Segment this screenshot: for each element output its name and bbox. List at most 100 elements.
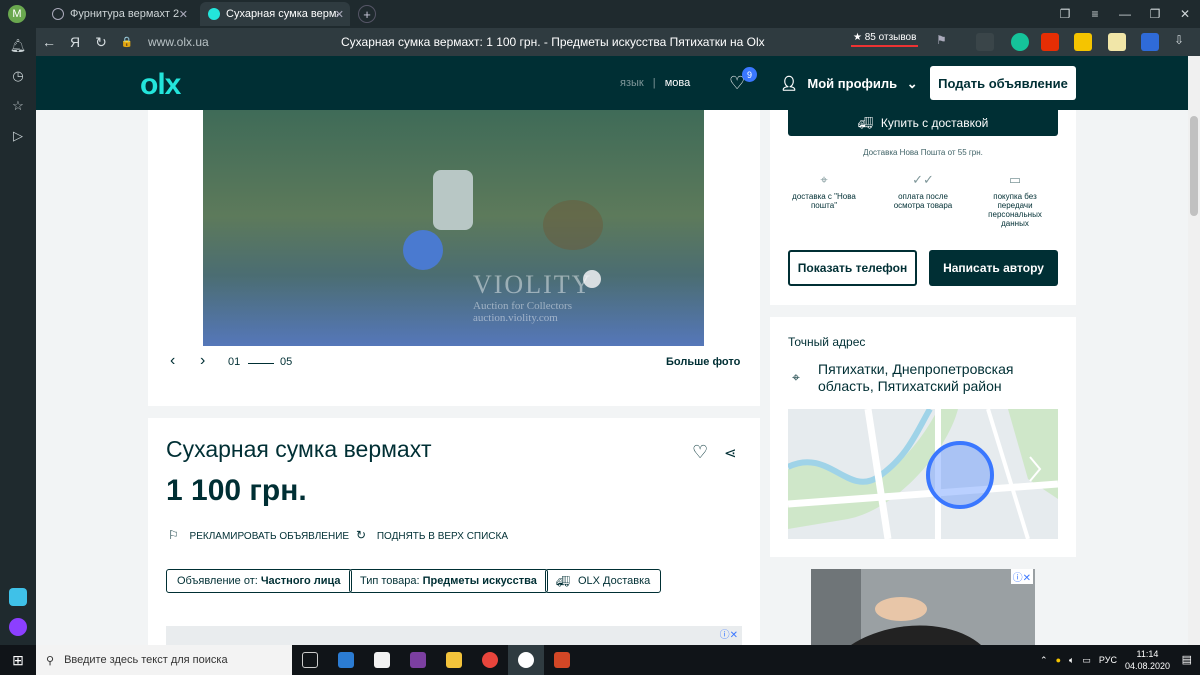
back-icon[interactable]: ←: [36, 34, 62, 50]
window-controls: ❐ ≡ — ❐ ✕: [1050, 0, 1200, 28]
share-icon[interactable]: ⋖: [724, 444, 737, 462]
browser-tab-1[interactable]: Фурнитура вермахт 2 | RE ✕: [44, 2, 194, 26]
card-icon: ▭: [1008, 172, 1022, 187]
minimize-icon[interactable]: —: [1110, 7, 1140, 21]
extension-shield-icon[interactable]: [1141, 33, 1159, 51]
location-address: Пятихатки, Днепропетровская область, Пят…: [818, 361, 1014, 394]
extension-grid-icon[interactable]: [976, 33, 994, 51]
page-scrollbar[interactable]: [1188, 56, 1200, 645]
chrome-icon[interactable]: [472, 645, 508, 675]
promote-ad-link[interactable]: ⚐ Рекламировать объявление: [168, 528, 349, 542]
ad-image: [811, 569, 1035, 645]
star-icon[interactable]: ☆: [9, 98, 27, 116]
lang-ru[interactable]: язык: [620, 77, 644, 89]
tray-chevron-icon[interactable]: ⌃: [1040, 655, 1048, 666]
notifications-icon[interactable]: ▤: [1182, 653, 1192, 666]
more-photos-link[interactable]: Больше фото: [666, 356, 740, 368]
close-tab-icon[interactable]: ✕: [335, 8, 344, 21]
system-clock[interactable]: 11:14 04.08.2020: [1125, 648, 1170, 672]
scrollbar-thumb[interactable]: [1190, 116, 1198, 216]
yandex-icon[interactable]: Я: [62, 34, 88, 50]
reviews-badge[interactable]: ★ 85 отзывов: [851, 32, 919, 47]
ad-info-icon[interactable]: ⓘ✕: [720, 626, 738, 641]
sidebar-advertisement[interactable]: ⓘ✕: [811, 569, 1035, 645]
write-author-button[interactable]: Написать автору: [929, 250, 1058, 286]
next-arrow-icon[interactable]: ›: [200, 352, 205, 370]
alice-icon[interactable]: [9, 618, 27, 636]
aliexpress-icon[interactable]: [1041, 33, 1059, 51]
play-icon[interactable]: ▷: [9, 128, 27, 146]
close-window-icon[interactable]: ✕: [1170, 7, 1200, 21]
task-view-icon[interactable]: [292, 645, 328, 675]
feature-label: оплата после осмотра товара: [893, 192, 953, 210]
olx-logo[interactable]: olx: [140, 68, 181, 102]
system-tray: ⌃ ● 🔈︎ ▭ РУС 11:14 04.08.2020: [1040, 645, 1170, 675]
tabs-icon[interactable]: ❐: [1050, 7, 1080, 21]
show-phone-button[interactable]: Показать телефон: [788, 250, 917, 286]
ad-title: Сухарная сумка вермахт: [166, 436, 432, 462]
buy-label: Купить с доставкой: [880, 116, 989, 130]
url-text[interactable]: www.olx.ua: [148, 35, 209, 49]
refresh-icon: ↻: [356, 528, 367, 542]
mail-icon[interactable]: [328, 645, 364, 675]
post-ad-button[interactable]: Подать объявление: [930, 66, 1076, 100]
zen-icon[interactable]: [9, 588, 27, 606]
windows-start-icon[interactable]: ⊞: [0, 645, 36, 675]
tray-app-icon[interactable]: ●: [1056, 655, 1061, 665]
lang-ua[interactable]: мова: [665, 77, 691, 89]
tag-item-type[interactable]: Тип товара: Предметы искусства: [349, 569, 548, 593]
delivery-card: 🚚︎ Купить с доставкой Доставка Нова Пошт…: [770, 110, 1076, 305]
tag-seller-type[interactable]: Объявление от: Частного лица: [166, 569, 352, 593]
chevron-down-icon: ⌄: [906, 76, 918, 91]
new-tab-button[interactable]: +: [358, 5, 376, 23]
search-icon: ⚲: [46, 654, 55, 667]
input-language[interactable]: РУС: [1099, 655, 1117, 665]
grammarly-icon[interactable]: [1011, 33, 1029, 51]
history-icon[interactable]: ◷: [9, 68, 27, 86]
bell-icon[interactable]: 🔔︎: [9, 38, 27, 56]
powerpoint-icon[interactable]: [544, 645, 580, 675]
truck-icon: 🚚︎: [857, 116, 873, 130]
menu-icon[interactable]: ≡: [1080, 7, 1110, 21]
photo-patch: [433, 170, 473, 230]
extension-w-icon[interactable]: [1074, 33, 1092, 51]
raise-ad-link[interactable]: ↻ Поднять в верх списка: [356, 528, 508, 542]
explorer-icon[interactable]: [436, 645, 472, 675]
browser-sidebar: 🔔︎ ◷ ☆ ▷: [0, 28, 36, 645]
page-viewport: olx язык | мова ♡ 9 👤︎ Мой профиль ⌄ Под…: [36, 56, 1188, 645]
location-pin-icon: ⌖: [792, 369, 800, 385]
lock-icon[interactable]: 🔒: [114, 37, 140, 48]
prev-arrow-icon[interactable]: ‹: [170, 352, 175, 370]
location-heading: Точный адрес: [788, 335, 866, 349]
my-profile-link[interactable]: 👤︎ Мой профиль ⌄: [780, 75, 918, 92]
store-icon[interactable]: [364, 645, 400, 675]
close-tab-icon[interactable]: ✕: [179, 8, 188, 21]
extension-note-icon[interactable]: [1108, 33, 1126, 51]
ad-photo[interactable]: VIOLITY Auction for Collectors auction.v…: [203, 110, 704, 346]
yandex-browser-icon[interactable]: [508, 645, 544, 675]
language-switch[interactable]: язык | мова: [620, 77, 690, 89]
volume-icon[interactable]: 🔈︎: [1069, 655, 1074, 666]
violity-watermark: VIOLITY Auction for Collectors auction.v…: [473, 270, 592, 324]
buy-with-delivery-button[interactable]: 🚚︎ Купить с доставкой: [788, 110, 1058, 136]
taskbar-search-input[interactable]: ⚲ Введите здесь текст для поиска: [36, 645, 292, 675]
photo-patch: [403, 230, 443, 270]
location-map[interactable]: [788, 409, 1058, 539]
restore-icon[interactable]: ❐: [1140, 7, 1170, 21]
feature-pay-after: ✓✓ оплата после осмотра товара: [883, 172, 963, 210]
media-app-icon[interactable]: [400, 645, 436, 675]
feature-label: покупка без передачи персональных данных: [988, 192, 1042, 228]
reload-icon[interactable]: ↻: [88, 34, 114, 51]
browser-tab-2[interactable]: Сухарная сумка вермахт ✕: [200, 2, 350, 26]
bookmark-icon[interactable]: ⚑: [936, 33, 954, 51]
user-icon: 👤︎: [780, 75, 798, 91]
download-icon[interactable]: ⇩: [1174, 33, 1192, 51]
ad-price: 1 100 грн.: [166, 474, 307, 507]
favorite-heart-icon[interactable]: ♡: [692, 442, 708, 463]
ad-info-icon[interactable]: ⓘ✕: [1010, 569, 1033, 584]
advertisement-banner[interactable]: ⓘ✕: [166, 626, 742, 645]
browser-profile-avatar[interactable]: M: [8, 5, 26, 23]
network-icon[interactable]: ▭: [1082, 655, 1091, 666]
tag-olx-delivery[interactable]: 🚚︎ OLX Доставка: [545, 569, 662, 593]
tag-value: OLX Доставка: [577, 575, 651, 587]
